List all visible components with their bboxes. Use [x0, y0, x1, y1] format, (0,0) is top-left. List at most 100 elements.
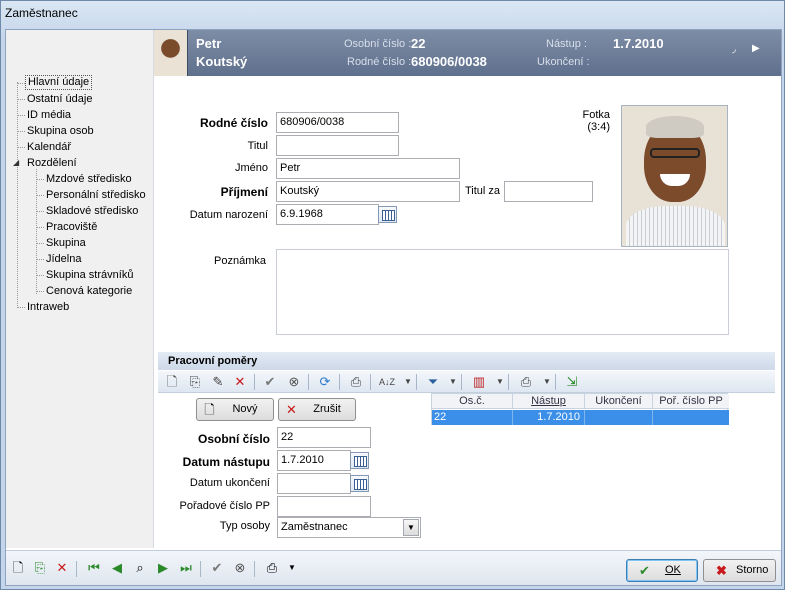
delete-document-icon[interactable]: ✕ [232, 374, 248, 390]
storno-button-label: Storno [736, 564, 769, 576]
ok-button[interactable]: ✔ OK [626, 559, 698, 582]
print-report-icon[interactable]: ⎙ [518, 374, 534, 390]
sidebar-item-skupina[interactable]: Skupina [44, 236, 88, 251]
new-button[interactable]: 🗋 Nový [196, 398, 274, 421]
datum-ukonceni-label: Datum ukončení [189, 477, 270, 489]
collapse-icon[interactable]: ◞ [732, 44, 736, 55]
fotka-ratio-label: (3:4) [587, 121, 610, 133]
poznamka-label: Poznámka [214, 255, 266, 267]
chevron-down-icon[interactable]: ▼ [403, 519, 419, 536]
titul-za-label: Titul za [464, 185, 500, 197]
add-document-icon[interactable]: ⎘ [32, 560, 48, 576]
osobni-cislo-label: Osobní číslo [197, 432, 270, 446]
confirm-icon[interactable]: ✔ [209, 560, 225, 576]
delete-document-icon: ✕ [286, 402, 297, 417]
cancel-icon[interactable]: ⊗ [232, 560, 248, 576]
first-record-icon[interactable]: ⏮ [86, 560, 102, 576]
new-document-icon[interactable]: 🗋 [164, 374, 180, 390]
export-icon[interactable]: ⇲ [564, 374, 580, 390]
grid-header: Os.č. Nástup Ukončení Poř. číslo PP [432, 394, 729, 409]
sidebar-item-skladove-stredisko[interactable]: Skladové středisko [44, 204, 140, 219]
sidebar-item-skupina-osob[interactable]: Skupina osob [25, 124, 96, 139]
find-record-icon[interactable]: ⌕ [132, 560, 148, 576]
sidebar-item-cenova-kategorie[interactable]: Cenová kategorie [44, 284, 134, 299]
cancel-icon[interactable]: ⊗ [286, 374, 302, 390]
sidebar-item-skupina-stravniku[interactable]: Skupina strávníků [44, 268, 135, 283]
header-osobni-cislo-label: Osobní číslo : [344, 38, 412, 50]
cancel-button[interactable]: ✕ Zrušit [278, 398, 356, 421]
collapse-triangle-icon[interactable]: ◢ [13, 158, 19, 167]
tree-branch [17, 307, 25, 308]
window-title: Zaměstnanec [5, 6, 78, 20]
poznamka-textarea[interactable] [276, 249, 729, 335]
typ-osoby-label: Typ osoby [219, 520, 270, 532]
sort-az-icon[interactable]: A↓Z [379, 374, 395, 390]
header-last-name: Koutský [196, 54, 248, 69]
datum-nastupu-calendar-icon[interactable] [350, 452, 369, 469]
sort-dropdown-icon[interactable]: ▼ [400, 374, 416, 390]
delete-document-icon[interactable]: ✕ [54, 560, 70, 576]
datum-ukonceni-calendar-icon[interactable] [350, 475, 369, 492]
datum-narozeni-field[interactable]: 6.9.1968 [276, 204, 379, 225]
header-rodne-cislo-label: Rodné číslo : [347, 56, 412, 68]
copy-document-icon[interactable]: ⎘ [187, 374, 203, 390]
filter-icon[interactable]: ⏷ [425, 374, 441, 390]
column-header-ukonceni[interactable]: Ukončení [585, 394, 653, 409]
next-record-icon[interactable]: ▶ [155, 560, 171, 576]
column-header-os-c[interactable]: Os.č. [432, 394, 513, 409]
datum-nastupu-field[interactable]: 1.7.2010 [277, 450, 351, 471]
sidebar-item-id-media[interactable]: ID média [25, 108, 73, 123]
cancel-button-label: Zrušit [313, 403, 341, 415]
header-first-name: Petr [196, 36, 222, 51]
poradove-cislo-pp-field[interactable] [277, 496, 371, 517]
header-nastup-label: Nástup : [546, 38, 587, 50]
datum-ukonceni-field[interactable] [277, 473, 351, 494]
employee-photo[interactable] [621, 105, 728, 247]
sidebar-item-hlavni-udaje[interactable]: Hlavní údaje [25, 75, 93, 90]
previous-record-icon[interactable]: ◀ [109, 560, 125, 576]
print-dropdown-icon[interactable]: ▼ [284, 560, 300, 576]
rodne-cislo-field[interactable]: 680906/0038 [276, 112, 399, 133]
column-header-nastup[interactable]: Nástup [513, 394, 585, 409]
last-record-icon[interactable]: ⏭ [178, 560, 194, 576]
filter-dropdown-icon[interactable]: ▼ [445, 374, 461, 390]
print-dropdown-icon[interactable]: ▼ [539, 374, 555, 390]
titul-za-field[interactable] [504, 181, 593, 202]
new-document-icon[interactable]: 🗋 [10, 560, 26, 576]
tree-branch [36, 291, 44, 292]
storno-button[interactable]: ✖ Storno [703, 559, 776, 582]
columns-icon[interactable]: ▥ [471, 374, 487, 390]
print-icon[interactable]: ⎙ [264, 560, 280, 576]
osobni-cislo-field[interactable]: 22 [277, 427, 371, 448]
tree-branch [17, 99, 25, 100]
sidebar-item-rozdeleni[interactable]: Rozdělení [25, 156, 79, 171]
sidebar-item-mzdove-stredisko[interactable]: Mzdové středisko [44, 172, 134, 187]
sidebar-item-personalni-stredisko[interactable]: Personální středisko [44, 188, 148, 203]
sidebar-item-pracoviste[interactable]: Pracoviště [44, 220, 99, 235]
sidebar-item-intraweb[interactable]: Intraweb [25, 300, 71, 315]
header-nastup-value: 1.7.2010 [613, 36, 664, 51]
datum-narozeni-calendar-icon[interactable] [378, 206, 397, 223]
typ-osoby-select[interactable]: Zaměstnanec [277, 517, 421, 538]
jmeno-field[interactable]: Petr [276, 158, 460, 179]
sidebar-item-jidelna[interactable]: Jídelna [44, 252, 83, 267]
play-arrow-icon[interactable]: ▶ [752, 43, 760, 54]
column-header-por-cislo-pp[interactable]: Poř. číslo PP [653, 394, 729, 409]
table-row[interactable]: 22 1.7.2010 [432, 410, 729, 425]
columns-dropdown-icon[interactable]: ▼ [492, 374, 508, 390]
prijmeni-field[interactable]: Koutský [276, 181, 460, 202]
sidebar-item-ostatni-udaje[interactable]: Ostatní údaje [25, 92, 94, 107]
titul-field[interactable] [276, 135, 399, 156]
sidebar-item-kalendar[interactable]: Kalendář [25, 140, 73, 155]
refresh-icon[interactable]: ⟳ [317, 374, 333, 390]
pracovni-pomery-title: Pracovní poměry [158, 352, 775, 370]
cell-nastup: 1.7.2010 [513, 410, 585, 425]
confirm-icon[interactable]: ✔ [262, 374, 278, 390]
tree-branch [36, 179, 44, 180]
close-icon: ✖ [716, 563, 727, 578]
tree-branch [36, 227, 44, 228]
tree-branch [17, 147, 25, 148]
header-rodne-cislo-value: 680906/0038 [411, 54, 487, 69]
edit-document-icon[interactable]: ✎ [210, 374, 226, 390]
print-icon[interactable]: ⎙ [348, 374, 364, 390]
